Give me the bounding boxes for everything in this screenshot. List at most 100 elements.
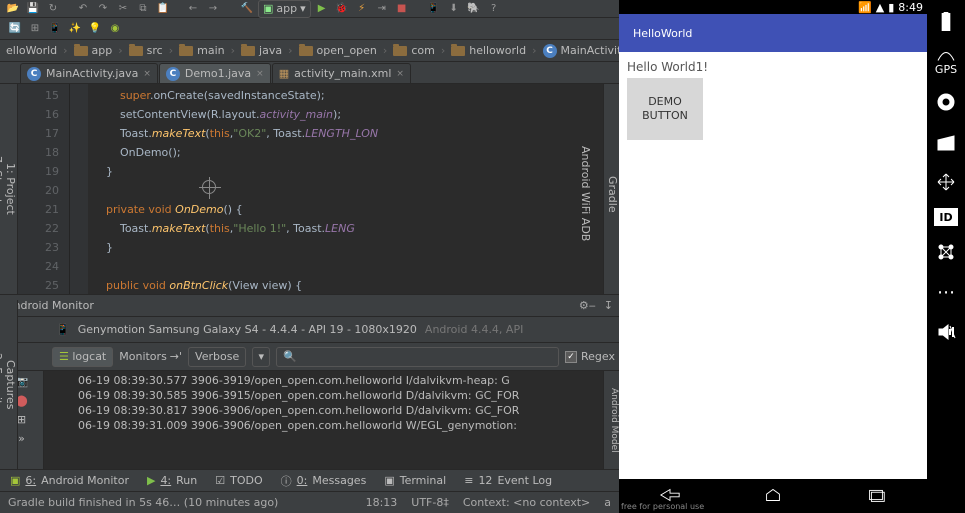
expand-down-icon[interactable]: » xyxy=(18,432,25,445)
battery-icon: ▮ xyxy=(888,1,894,14)
status-context[interactable]: Context: <no context> xyxy=(463,496,590,509)
app-content: Hello World1! DEMO BUTTON xyxy=(619,52,927,479)
ide-window: 📂 💾 ↻ ↶ ↷ ✂ ⧉ 📋 ← → 🔨 ▣ app ▾ ▶ 🐞 ⚡ ⇥ ■ … xyxy=(0,0,619,513)
android-nav-bar: free for personal use xyxy=(619,479,927,513)
network-icon[interactable] xyxy=(932,238,960,266)
crumb-src[interactable]: src xyxy=(125,44,167,58)
chevron-down-icon: ▾ xyxy=(300,2,306,15)
demo-button[interactable]: DEMO BUTTON xyxy=(627,78,703,140)
refresh-icon[interactable]: ↻ xyxy=(44,1,62,17)
minimize-icon[interactable]: ↧ xyxy=(604,299,613,312)
redo-icon[interactable]: ↷ xyxy=(94,1,112,17)
tool-tab-favorites[interactable]: 2: Favorites xyxy=(0,353,4,417)
chat-icon[interactable]: ⋯ xyxy=(932,278,960,306)
right-tool-strip: Gradle Android WiFi ADB xyxy=(603,84,619,294)
move-icon[interactable] xyxy=(932,168,960,196)
tool-tab-adb[interactable]: Android WiFi ADB xyxy=(579,146,592,241)
monitor-filter-row: ☰ logcat Monitors→' Verbose ▾ 🔍 ✓Regex xyxy=(0,343,619,371)
cut-icon[interactable]: ✂ xyxy=(114,1,132,17)
crumb-pkg1[interactable]: open_open xyxy=(295,44,381,58)
clapper-icon[interactable] xyxy=(932,128,960,156)
tab-logcat[interactable]: ☰ logcat xyxy=(52,347,113,367)
crumb-pkg3[interactable]: helloworld xyxy=(447,44,530,58)
layout-inspector-icon[interactable]: ⊞ xyxy=(17,413,26,426)
tab-messages[interactable]: ⓘ0: Messages xyxy=(281,473,367,489)
hello-text: Hello World1! xyxy=(627,60,919,74)
stop-icon[interactable]: ■ xyxy=(393,1,411,17)
nav-home-icon[interactable] xyxy=(762,488,784,505)
undo-icon[interactable]: ↶ xyxy=(74,1,92,17)
gear-icon[interactable]: ⚙‒ xyxy=(579,299,596,312)
run-config-dropdown[interactable]: ▣ app ▾ xyxy=(258,0,311,18)
camera-tool-icon[interactable] xyxy=(932,88,960,116)
log-line: 06-19 08:39:30.817 3906-3906/open_open.c… xyxy=(78,403,597,418)
text-cursor-icon xyxy=(202,180,216,194)
battery-large-icon[interactable] xyxy=(932,8,960,36)
android-robot-icon[interactable]: ◉ xyxy=(106,21,124,37)
save-icon[interactable]: 💾 xyxy=(24,1,42,17)
apply-changes-icon[interactable]: ⚡ xyxy=(353,1,371,17)
assist-icon[interactable]: 💡 xyxy=(86,21,104,37)
code-editor[interactable]: 1: Project 7: Structure 151617 181920 21… xyxy=(0,84,619,294)
log-search-input[interactable]: 🔍 xyxy=(276,347,559,367)
layout-bounds-icon[interactable]: ⊞ xyxy=(26,21,44,37)
copy-icon[interactable]: ⧉ xyxy=(134,1,152,17)
log-level-dropdown[interactable]: Verbose xyxy=(188,347,246,367)
regex-checkbox[interactable]: ✓Regex xyxy=(565,350,615,363)
id-icon[interactable]: ID xyxy=(934,208,958,226)
tab-mainactivity[interactable]: CMainActivity.java× xyxy=(20,63,158,83)
attach-debugger-icon[interactable]: ⇥ xyxy=(373,1,391,17)
sdk-manager-icon[interactable]: ⬇ xyxy=(445,1,463,17)
tab-android-monitor[interactable]: ▣6: Android Monitor xyxy=(10,474,129,487)
help-icon[interactable]: ? xyxy=(485,1,503,17)
close-icon[interactable]: × xyxy=(256,69,264,79)
open-icon[interactable]: 📂 xyxy=(4,1,22,17)
editor-tabs: CMainActivity.java× CDemo1.java× ▦activi… xyxy=(0,62,619,84)
gutter-margin xyxy=(70,84,88,294)
tool-tab-gradle[interactable]: Gradle xyxy=(606,176,619,213)
tab-todo[interactable]: ☑TODO xyxy=(215,474,262,487)
tab-run[interactable]: ▶4: Run xyxy=(147,474,197,487)
sync-icon[interactable]: 🔄 xyxy=(6,21,24,37)
crumb-java[interactable]: java xyxy=(237,44,286,58)
tool-tab-structure[interactable]: 7: Structure xyxy=(0,156,4,221)
crumb-class[interactable]: CMainActivity xyxy=(539,44,620,58)
avd-manager-icon[interactable]: 📱 xyxy=(425,1,443,17)
forward-icon[interactable]: → xyxy=(204,1,222,17)
debug-icon[interactable]: 🐞 xyxy=(333,1,351,17)
tool-tab-captures[interactable]: Captures xyxy=(4,360,17,409)
status-clock: 8:49 xyxy=(898,1,923,14)
build-icon[interactable]: 🔨 xyxy=(238,1,256,17)
nav-recents-icon[interactable] xyxy=(865,488,887,505)
crumb-project[interactable]: elloWorld xyxy=(2,44,61,57)
device-icon[interactable]: 📱 xyxy=(46,21,64,37)
code-content[interactable]: super.onCreate(savedInstanceState); setC… xyxy=(88,84,619,294)
tab-event-log[interactable]: ≡12 Event Log xyxy=(464,474,552,487)
wand-icon[interactable]: ✨ xyxy=(66,21,84,37)
tool-tab-project[interactable]: 1: Project xyxy=(4,163,17,215)
tab-terminal[interactable]: ▣Terminal xyxy=(384,474,446,487)
crumb-pkg2[interactable]: com xyxy=(389,44,439,58)
tab-activitymain-xml[interactable]: ▦activity_main.xml× xyxy=(272,63,411,83)
crumb-main[interactable]: main xyxy=(175,44,228,58)
monitor-device-detail: Android 4.4.4, API xyxy=(425,323,523,336)
back-icon[interactable]: ← xyxy=(184,1,202,17)
tab-monitors[interactable]: Monitors→' xyxy=(119,350,182,363)
monitor-device-name[interactable]: Genymotion Samsung Galaxy S4 - 4.4.4 - A… xyxy=(78,323,417,336)
gps-icon[interactable]: GPS xyxy=(932,48,960,76)
sync-gradle-icon[interactable]: 🐘 xyxy=(465,1,483,17)
status-encoding[interactable]: UTF-8‡ xyxy=(411,496,449,509)
log-level-chevron[interactable]: ▾ xyxy=(252,347,270,367)
run-icon[interactable]: ▶ xyxy=(313,1,331,17)
tab-demo1[interactable]: CDemo1.java× xyxy=(159,63,271,83)
paste-icon[interactable]: 📋 xyxy=(154,1,172,17)
watermark-text: free for personal use xyxy=(621,502,704,511)
status-trailing: a xyxy=(604,496,611,509)
line-gutter: 151617 181920 212223 2425 xyxy=(18,84,70,294)
close-icon[interactable]: × xyxy=(143,69,151,79)
volume-icon[interactable] xyxy=(932,318,960,346)
crumb-app[interactable]: app xyxy=(70,44,117,58)
tool-tab-android-model[interactable]: Android Model xyxy=(603,371,619,469)
close-icon[interactable]: × xyxy=(396,69,404,79)
main-toolbar: 📂 💾 ↻ ↶ ↷ ✂ ⧉ 📋 ← → 🔨 ▣ app ▾ ▶ 🐞 ⚡ ⇥ ■ … xyxy=(0,0,619,18)
